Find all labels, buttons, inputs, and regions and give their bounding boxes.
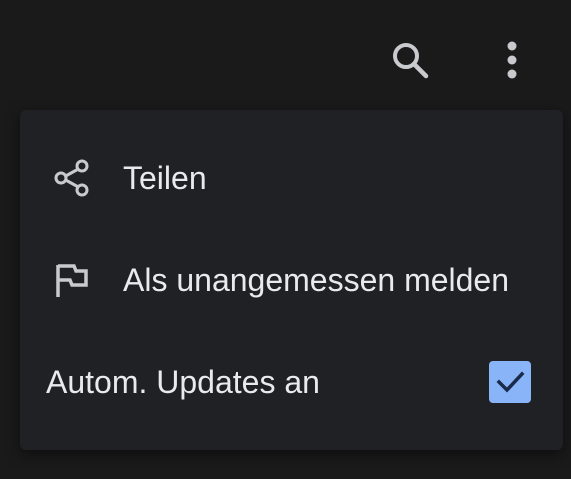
share-icon	[50, 156, 94, 200]
checkmark-icon	[496, 371, 525, 393]
menu-item-auto-updates[interactable]: Autom. Updates an	[20, 334, 563, 430]
overflow-menu: Teilen Als unangemessen melden Autom. Up…	[20, 110, 563, 450]
menu-item-label: Als unangemessen melden	[123, 261, 510, 298]
search-icon	[393, 43, 429, 79]
flag-icon	[50, 258, 94, 302]
menu-item-report[interactable]: Als unangemessen melden	[20, 232, 563, 328]
search-button[interactable]	[386, 36, 434, 84]
more-options-button[interactable]	[488, 36, 536, 84]
menu-item-label: Teilen	[123, 159, 207, 196]
menu-item-label: Autom. Updates an	[46, 363, 320, 400]
app-screen: Teilen Als unangemessen melden Autom. Up…	[0, 0, 571, 479]
menu-item-share[interactable]: Teilen	[20, 130, 563, 226]
top-app-bar	[0, 0, 571, 110]
auto-updates-checkbox[interactable]	[489, 361, 531, 403]
more-vert-icon	[507, 41, 517, 79]
